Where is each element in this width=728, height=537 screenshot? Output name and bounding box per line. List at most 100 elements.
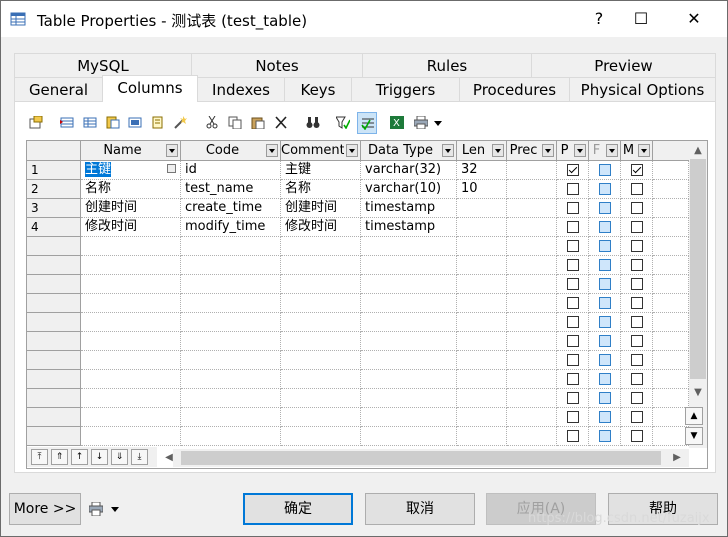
- cell-len[interactable]: [457, 218, 507, 237]
- cell-name[interactable]: [81, 389, 181, 408]
- scroll-right-icon[interactable]: ▶: [669, 450, 685, 466]
- cell-prec[interactable]: [507, 389, 557, 408]
- header-name[interactable]: Name: [81, 141, 181, 161]
- move-down-icon[interactable]: ↓: [91, 449, 108, 465]
- cell-name[interactable]: [81, 427, 181, 446]
- properties-icon[interactable]: [26, 112, 46, 134]
- m-checkbox[interactable]: [631, 202, 643, 214]
- m-checkbox[interactable]: [631, 354, 643, 366]
- m-checkbox[interactable]: [631, 392, 643, 404]
- horizontal-scroll-thumb[interactable]: [181, 451, 661, 465]
- header-p[interactable]: P: [557, 141, 589, 161]
- m-checkbox[interactable]: [631, 335, 643, 347]
- reuse-columns-icon[interactable]: [125, 112, 145, 134]
- row-number[interactable]: [27, 256, 81, 275]
- horizontal-scrollbar[interactable]: ◀ ▶: [165, 449, 689, 467]
- cell-name[interactable]: [81, 294, 181, 313]
- row-number[interactable]: [27, 427, 81, 446]
- cell-name[interactable]: [81, 313, 181, 332]
- f-checkbox[interactable]: [599, 316, 611, 328]
- cell-type[interactable]: timestamp: [361, 218, 457, 237]
- row-number[interactable]: [27, 370, 81, 389]
- cell-len[interactable]: 32: [457, 161, 507, 180]
- chevron-down-icon[interactable]: [266, 144, 278, 157]
- tab-procedures[interactable]: Procedures: [459, 77, 570, 102]
- help-icon[interactable]: ?: [576, 5, 622, 33]
- f-checkbox[interactable]: [599, 221, 611, 233]
- cell-len[interactable]: [457, 294, 507, 313]
- move-top-icon[interactable]: ▲: [685, 407, 703, 425]
- find-icon[interactable]: [148, 112, 168, 134]
- move-page-down-icon[interactable]: ⇓: [111, 449, 128, 465]
- cell-code[interactable]: [181, 237, 281, 256]
- tab-triggers[interactable]: Triggers: [351, 77, 460, 102]
- move-last-icon[interactable]: ⤓: [131, 449, 148, 465]
- p-checkbox[interactable]: [567, 240, 579, 252]
- cell-comment[interactable]: [281, 408, 361, 427]
- table-row[interactable]: 1 主键 id 主键 varchar(32) 32: [27, 161, 689, 180]
- chevron-down-icon[interactable]: [542, 144, 554, 157]
- cell-code[interactable]: [181, 427, 281, 446]
- cancel-button[interactable]: 取消: [365, 493, 475, 525]
- maximize-icon[interactable]: ☐: [618, 5, 664, 33]
- f-checkbox[interactable]: [599, 297, 611, 309]
- cell-len[interactable]: [457, 237, 507, 256]
- cell-edit-button[interactable]: [167, 164, 176, 173]
- table-row[interactable]: 3 创建时间 create_time 创建时间 timestamp: [27, 199, 689, 218]
- row-number[interactable]: 1: [27, 161, 81, 180]
- cell-comment[interactable]: [281, 370, 361, 389]
- move-page-up-icon[interactable]: ⇑: [51, 449, 68, 465]
- scroll-up-icon[interactable]: ▲: [690, 143, 706, 159]
- close-icon[interactable]: ✕: [671, 5, 717, 33]
- table-row[interactable]: [27, 237, 689, 256]
- cell-type[interactable]: [361, 237, 457, 256]
- cell-comment[interactable]: [281, 351, 361, 370]
- header-f[interactable]: F: [589, 141, 621, 161]
- cell-len[interactable]: [457, 332, 507, 351]
- p-checkbox[interactable]: [567, 221, 579, 233]
- table-row[interactable]: [27, 389, 689, 408]
- f-checkbox[interactable]: [599, 373, 611, 385]
- cell-type[interactable]: [361, 370, 457, 389]
- vertical-scrollbar[interactable]: ▲ ▼: [689, 141, 707, 448]
- f-checkbox[interactable]: [599, 430, 611, 442]
- m-checkbox[interactable]: [631, 316, 643, 328]
- f-checkbox[interactable]: [599, 392, 611, 404]
- add-columns-icon[interactable]: [103, 112, 123, 134]
- p-checkbox[interactable]: [567, 335, 579, 347]
- cell-type[interactable]: [361, 275, 457, 294]
- cell-name[interactable]: [81, 332, 181, 351]
- chevron-down-icon[interactable]: [442, 144, 454, 157]
- p-checkbox[interactable]: [567, 297, 579, 309]
- f-checkbox[interactable]: [599, 335, 611, 347]
- cell-len[interactable]: [457, 199, 507, 218]
- tab-physical-options[interactable]: Physical Options: [569, 77, 716, 102]
- chevron-down-icon[interactable]: [346, 144, 358, 157]
- cell-name[interactable]: 主键: [81, 161, 181, 180]
- move-first-icon[interactable]: ⤒: [31, 449, 48, 465]
- p-checkbox[interactable]: [567, 316, 579, 328]
- cell-prec[interactable]: [507, 199, 557, 218]
- row-number[interactable]: 4: [27, 218, 81, 237]
- cell-code[interactable]: [181, 256, 281, 275]
- cell-comment[interactable]: [281, 313, 361, 332]
- cell-len[interactable]: [457, 256, 507, 275]
- cell-code[interactable]: [181, 313, 281, 332]
- delete-icon[interactable]: [271, 112, 291, 134]
- cell-code[interactable]: id: [181, 161, 281, 180]
- tab-indexes[interactable]: Indexes: [197, 77, 285, 102]
- cell-name[interactable]: [81, 408, 181, 427]
- paste-icon[interactable]: [248, 112, 268, 134]
- cell-prec[interactable]: [507, 294, 557, 313]
- m-checkbox[interactable]: [631, 297, 643, 309]
- row-number[interactable]: 3: [27, 199, 81, 218]
- header-m[interactable]: M: [621, 141, 653, 161]
- excel-export-icon[interactable]: X: [387, 112, 407, 134]
- cell-code[interactable]: [181, 389, 281, 408]
- scroll-left-icon[interactable]: ◀: [161, 450, 177, 466]
- cell-len[interactable]: [457, 351, 507, 370]
- table-row[interactable]: [27, 256, 689, 275]
- insert-row-icon[interactable]: [57, 112, 77, 134]
- p-checkbox[interactable]: [567, 183, 579, 195]
- cell-type[interactable]: [361, 351, 457, 370]
